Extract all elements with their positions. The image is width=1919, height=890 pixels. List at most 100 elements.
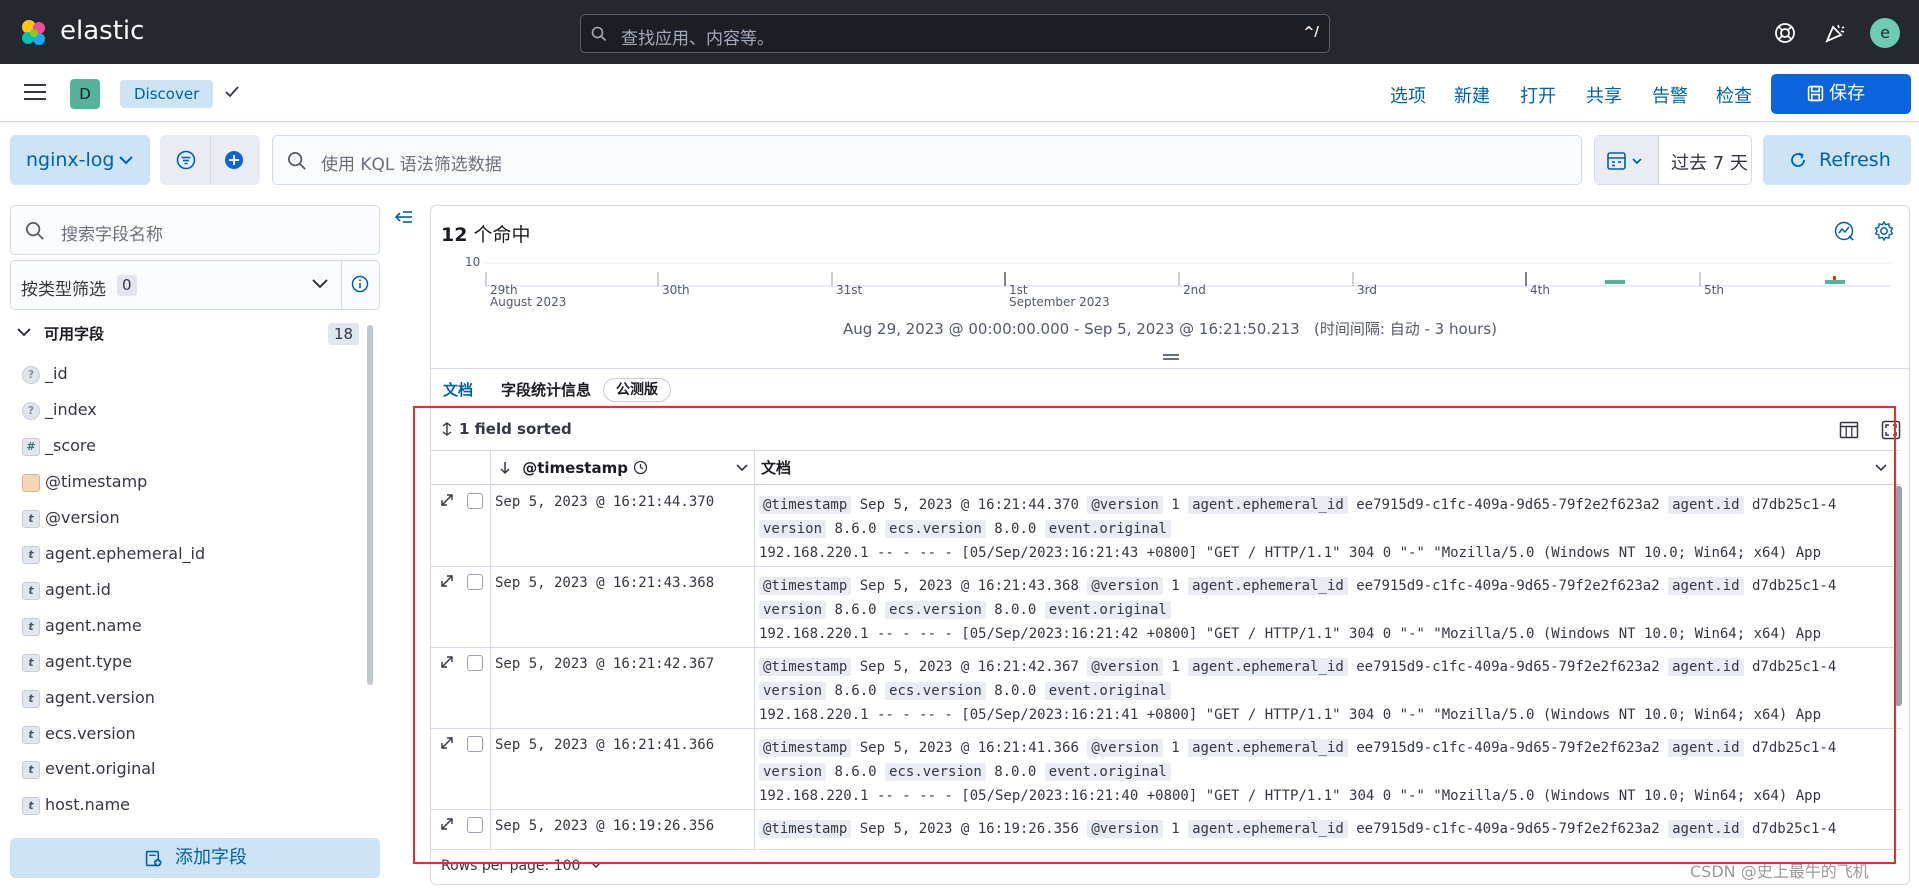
expand-row-icon[interactable] <box>439 816 455 832</box>
field-item[interactable]: ? _index <box>20 396 360 426</box>
add-filter-icon[interactable] <box>224 150 244 170</box>
save-button[interactable]: 保存 <box>1771 74 1911 114</box>
available-fields-toggle[interactable]: 可用字段 18 <box>14 323 364 347</box>
text-type-icon: t <box>22 618 40 636</box>
doc-value: ee7915d9-c1fc-409a-9d65-79f2e2f623a2 <box>1356 821 1660 837</box>
view-tabs: 文档 字段统计信息 公测版 <box>431 368 1909 408</box>
open-link[interactable]: 打开 <box>1520 82 1556 108</box>
field-name: ecs.version <box>45 724 136 743</box>
field-search-input[interactable]: 搜索字段名称 <box>10 205 380 255</box>
field-item[interactable]: t event.original <box>20 755 360 785</box>
expand-row-icon[interactable] <box>439 573 455 589</box>
rows-per-page-selector[interactable]: Rows per page: 100 <box>441 858 601 874</box>
news-feed-icon[interactable] <box>1824 22 1846 44</box>
doc-key: @timestamp <box>759 496 852 514</box>
row-controls <box>431 567 491 648</box>
interval-text[interactable]: (时间间隔: 自动 - 3 hours) <box>1314 320 1497 338</box>
data-view-picker[interactable]: nginx-log <box>10 135 150 185</box>
chevron-down-icon[interactable] <box>1875 463 1887 473</box>
doc-key: agent.id <box>1668 820 1744 838</box>
chevron-down-icon[interactable] <box>311 278 329 290</box>
time-range-label[interactable]: 过去 7 天 <box>1671 149 1748 175</box>
elastic-logo-icon[interactable] <box>18 17 50 49</box>
field-item[interactable]: t ecs.version <box>20 720 360 750</box>
resize-handle[interactable] <box>1163 354 1179 360</box>
doc-value: 192.168.220.1 -- - -- - [05/Sep/2023:16:… <box>759 545 1822 561</box>
collapse-sidebar-icon[interactable] <box>394 210 414 226</box>
column-selector-icon[interactable] <box>1839 420 1859 440</box>
quick-menu-button[interactable] <box>1595 136 1659 184</box>
sidebar-scrollbar[interactable] <box>367 325 373 685</box>
add-field-label: 添加字段 <box>175 847 247 868</box>
space-avatar[interactable]: D <box>70 79 100 109</box>
menu-toggle-icon[interactable] <box>24 84 46 102</box>
table-row[interactable]: Sep 5, 2023 @ 16:21:43.368 @timestamp Se… <box>431 567 1901 648</box>
row-select-checkbox[interactable] <box>467 493 483 509</box>
user-avatar[interactable]: e <box>1870 18 1900 48</box>
tab-field-statistics[interactable]: 字段统计信息 <box>501 379 591 400</box>
field-item[interactable]: # _score <box>20 432 360 462</box>
row-select-checkbox[interactable] <box>467 574 483 590</box>
field-item[interactable]: ? _id <box>20 360 360 390</box>
text-type-icon: t <box>22 546 40 564</box>
options-link[interactable]: 选项 <box>1390 82 1426 108</box>
column-header-timestamp[interactable]: @timestamp <box>491 451 755 485</box>
field-item[interactable]: t agent.version <box>20 684 360 714</box>
table-row[interactable]: Sep 5, 2023 @ 16:19:26.356 @timestamp Se… <box>431 810 1901 849</box>
share-link[interactable]: 共享 <box>1586 82 1622 108</box>
row-select-checkbox[interactable] <box>467 736 483 752</box>
expand-row-icon[interactable] <box>439 654 455 670</box>
expand-row-icon[interactable] <box>439 492 455 508</box>
row-select-checkbox[interactable] <box>467 655 483 671</box>
doc-value: ee7915d9-c1fc-409a-9d65-79f2e2f623a2 <box>1356 740 1660 756</box>
doc-value: 8.0.0 <box>994 683 1037 699</box>
doc-value: 8.0.0 <box>994 602 1037 618</box>
text-type-icon: t <box>22 510 40 528</box>
search-icon <box>591 26 607 42</box>
available-fields-label: 可用字段 <box>44 325 105 343</box>
sort-control[interactable]: 1 field sorted <box>441 420 572 438</box>
table-row[interactable]: Sep 5, 2023 @ 16:21:42.367 @timestamp Se… <box>431 648 1901 729</box>
grid-scrollbar[interactable] <box>1895 486 1902 706</box>
new-link[interactable]: 新建 <box>1454 82 1490 108</box>
field-item[interactable]: t agent.ephemeral_id <box>20 540 360 570</box>
column-header-document[interactable]: 文档 <box>755 451 1901 485</box>
date-picker[interactable]: 过去 7 天 <box>1594 135 1752 185</box>
help-icon[interactable] <box>1774 22 1796 44</box>
add-field-button[interactable]: 添加字段 <box>10 838 380 878</box>
expand-row-icon[interactable] <box>439 735 455 751</box>
field-item[interactable]: @timestamp <box>20 468 360 498</box>
tab-documents[interactable]: 文档 <box>443 379 474 408</box>
inspect-link[interactable]: 检查 <box>1716 82 1752 108</box>
hits-counter: 12 个命中 <box>441 220 531 247</box>
breadcrumb[interactable]: Discover <box>120 80 214 108</box>
field-item[interactable]: t agent.name <box>20 612 360 642</box>
chevron-down-icon[interactable] <box>736 463 748 473</box>
gear-icon[interactable] <box>1873 220 1895 242</box>
histogram-chart[interactable]: 10 29th August 2023 30th 31st 1st Septem… <box>431 246 1909 326</box>
row-select-checkbox[interactable] <box>467 817 483 833</box>
brand-name[interactable]: elastic <box>60 16 144 46</box>
doc-value: 192.168.220.1 -- - -- - [05/Sep/2023:16:… <box>759 707 1822 723</box>
visualize-icon[interactable] <box>1833 220 1855 242</box>
global-search-input[interactable]: 查找应用、内容等。 ^/ <box>580 14 1330 53</box>
field-type-filter[interactable]: 按类型筛选 0 <box>10 260 380 310</box>
fullscreen-icon[interactable] <box>1881 420 1901 440</box>
field-item[interactable]: t agent.type <box>20 648 360 678</box>
alerts-link[interactable]: 告警 <box>1652 82 1688 108</box>
table-row[interactable]: Sep 5, 2023 @ 16:21:41.366 @timestamp Se… <box>431 729 1901 810</box>
doc-value: Sep 5, 2023 @ 16:21:42.367 <box>859 659 1079 675</box>
info-icon[interactable] <box>351 275 369 293</box>
rows-per-page-label: Rows per page: 100 <box>441 858 581 874</box>
histogram-bar[interactable] <box>1825 280 1845 284</box>
refresh-button[interactable]: Refresh <box>1763 135 1911 185</box>
field-item[interactable]: t agent.id <box>20 576 360 606</box>
field-item[interactable]: t @version <box>20 504 360 534</box>
filter-icon[interactable] <box>176 150 196 170</box>
doc-value: 192.168.220.1 -- - -- - [05/Sep/2023:16:… <box>759 788 1822 804</box>
table-row[interactable]: Sep 5, 2023 @ 16:21:44.370 @timestamp Se… <box>431 486 1901 567</box>
histogram-bar[interactable] <box>1605 280 1625 284</box>
doc-key: event.original <box>1044 601 1171 619</box>
field-item[interactable]: t host.name <box>20 791 360 821</box>
kql-query-input[interactable]: 使用 KQL 语法筛选数据 <box>272 135 1582 185</box>
